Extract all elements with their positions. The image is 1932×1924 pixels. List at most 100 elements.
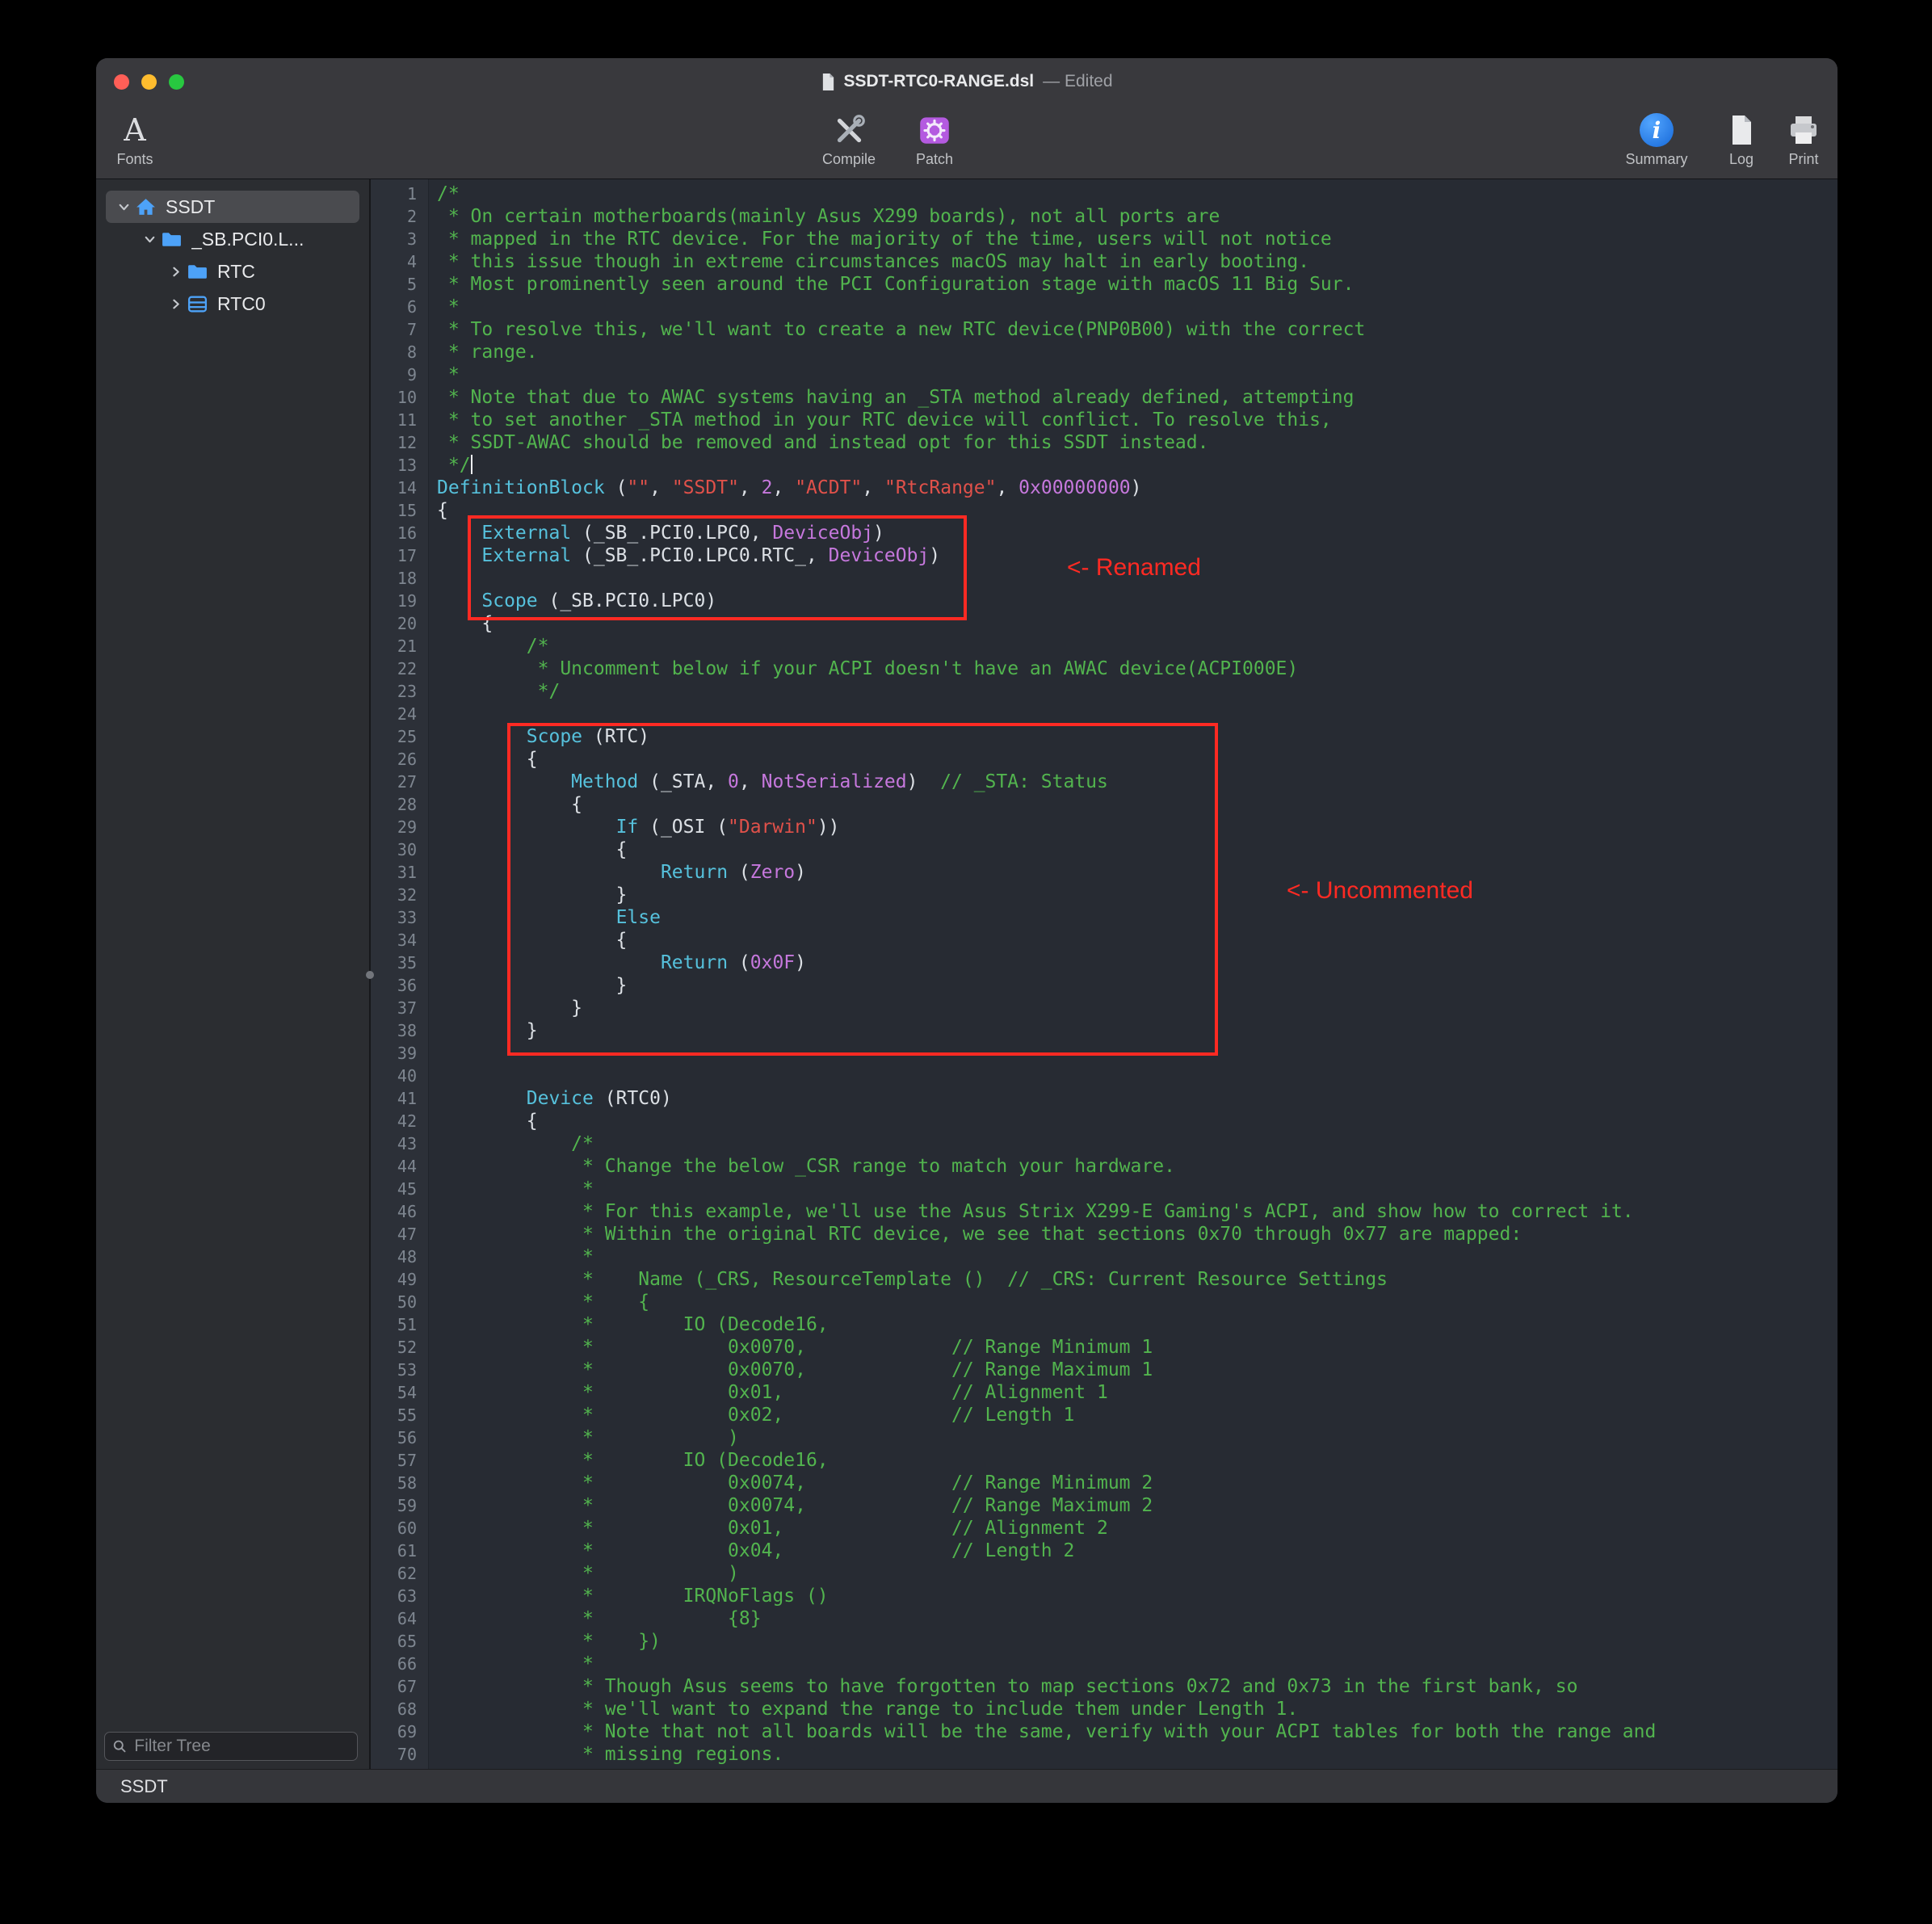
code-line: Scope (RTC) (429, 725, 1838, 748)
line-number: 57 (371, 1449, 428, 1472)
code-line (429, 703, 1838, 725)
compile-button[interactable]: Compile (810, 110, 888, 168)
sidebar-item-label: RTC0 (217, 293, 266, 315)
status-text: SSDT (120, 1776, 168, 1797)
code-line: * Uncomment below if your ACPI doesn't h… (429, 657, 1838, 680)
folder-icon (187, 262, 212, 282)
sidebar-item-label: RTC (217, 261, 255, 283)
line-number: 7 (371, 318, 428, 341)
sidebar-item-sb-pci0-l[interactable]: _SB.PCI0.L... (106, 223, 359, 255)
sidebar-item-rtc[interactable]: RTC (106, 255, 359, 288)
line-number: 43 (371, 1132, 428, 1155)
home-icon (135, 196, 161, 218)
code-line: Return (Zero) (429, 861, 1838, 884)
code-line: DefinitionBlock ("", "SSDT", 2, "ACDT", … (429, 477, 1838, 499)
code-area[interactable]: /* * On certain motherboards(mainly Asus… (429, 179, 1838, 1769)
filter-tree-field[interactable] (104, 1732, 358, 1761)
line-number: 47 (371, 1223, 428, 1246)
chevron-down-icon[interactable] (138, 233, 161, 246)
line-number: 49 (371, 1268, 428, 1291)
code-line: * { (429, 1291, 1838, 1313)
sidebar-item-label: _SB.PCI0.L... (191, 229, 304, 250)
code-line: Device (RTC0) (429, 1087, 1838, 1110)
line-number: 10 (371, 386, 428, 409)
traffic-lights (114, 58, 184, 105)
code-line: * ) (429, 1562, 1838, 1585)
line-number: 8 (371, 341, 428, 363)
code-line: { (429, 929, 1838, 951)
printer-icon (1786, 110, 1821, 150)
sidebar-item-ssdt[interactable]: SSDT (106, 191, 359, 223)
minimize-button[interactable] (141, 74, 157, 90)
line-number: 24 (371, 703, 428, 725)
code-line: * }) (429, 1630, 1838, 1653)
device-icon (187, 294, 212, 314)
code-line: */ (429, 454, 1838, 477)
line-number: 22 (371, 657, 428, 680)
sidebar-item-rtc0[interactable]: RTC0 (106, 288, 359, 320)
code-lines: /* * On certain motherboards(mainly Asus… (429, 183, 1838, 1766)
line-number: 37 (371, 997, 428, 1019)
line-number: 53 (371, 1359, 428, 1381)
line-number: 30 (371, 838, 428, 861)
line-number: 5 (371, 273, 428, 296)
code-editor: 1234567891011121314151617181920212223242… (371, 179, 1838, 1769)
chevron-right-icon[interactable] (164, 265, 187, 279)
line-number: 13 (371, 454, 428, 477)
window-title: SSDT-RTC0-RANGE.dsl — Edited (821, 72, 1112, 91)
code-line: * 0x0070, // Range Maximum 1 (429, 1359, 1838, 1381)
window-title-edited-badge: — Edited (1043, 72, 1112, 91)
code-line: * 0x04, // Length 2 (429, 1540, 1838, 1562)
line-number: 32 (371, 884, 428, 906)
compile-tools-icon (830, 110, 867, 150)
line-number: 55 (371, 1404, 428, 1426)
app-window: SSDT-RTC0-RANGE.dsl — Edited A Fonts Com… (96, 58, 1838, 1803)
code-line: * Change the below _CSR range to match y… (429, 1155, 1838, 1178)
text-cursor (471, 455, 472, 474)
navigation-tree: SSDT _SB.PCI0.L... RTC RTC0 (96, 179, 369, 320)
line-number: 50 (371, 1291, 428, 1313)
code-line: * Most prominently seen around the PCI C… (429, 273, 1838, 296)
code-line: * we'll want to expand the range to incl… (429, 1698, 1838, 1720)
code-line: * For this example, we'll use the Asus S… (429, 1200, 1838, 1223)
line-number: 4 (371, 250, 428, 273)
code-line (429, 567, 1838, 590)
line-number: 64 (371, 1607, 428, 1630)
line-number: 38 (371, 1019, 428, 1042)
folder-icon (161, 229, 187, 250)
sidebar-item-label: SSDT (166, 196, 215, 218)
code-line: * SSDT-AWAC should be removed and instea… (429, 431, 1838, 454)
line-number: 68 (371, 1698, 428, 1720)
code-line: * (429, 363, 1838, 386)
code-line: * 0x0070, // Range Minimum 1 (429, 1336, 1838, 1359)
line-number: 21 (371, 635, 428, 657)
line-number: 62 (371, 1562, 428, 1585)
line-number: 63 (371, 1585, 428, 1607)
chevron-right-icon[interactable] (164, 297, 187, 311)
filter-tree-input[interactable] (132, 1736, 350, 1757)
code-line: * Name (_CRS, ResourceTemplate () // _CR… (429, 1268, 1838, 1291)
line-number: 41 (371, 1087, 428, 1110)
zoom-button[interactable] (169, 74, 184, 90)
toolbar: A Fonts Compile (96, 105, 1838, 179)
line-number: 66 (371, 1653, 428, 1675)
print-button[interactable]: Print (1765, 110, 1838, 168)
summary-button[interactable]: i Summary (1618, 110, 1695, 168)
patch-button[interactable]: Patch (896, 110, 973, 168)
close-button[interactable] (114, 74, 129, 90)
code-line: * {8} (429, 1607, 1838, 1630)
code-line: * IO (Decode16, (429, 1449, 1838, 1472)
code-line: { (429, 748, 1838, 771)
code-line: { (429, 499, 1838, 522)
line-number: 29 (371, 816, 428, 838)
compile-label: Compile (822, 151, 876, 168)
code-line: * On certain motherboards(mainly Asus X2… (429, 205, 1838, 228)
line-number: 54 (371, 1381, 428, 1404)
line-number: 2 (371, 205, 428, 228)
fonts-button[interactable]: A Fonts (96, 110, 174, 168)
splitter-handle[interactable] (366, 971, 374, 979)
chevron-down-icon[interactable] (112, 200, 135, 214)
line-number: 34 (371, 929, 428, 951)
window-titlebar[interactable]: SSDT-RTC0-RANGE.dsl — Edited (96, 58, 1838, 105)
code-line: { (429, 793, 1838, 816)
